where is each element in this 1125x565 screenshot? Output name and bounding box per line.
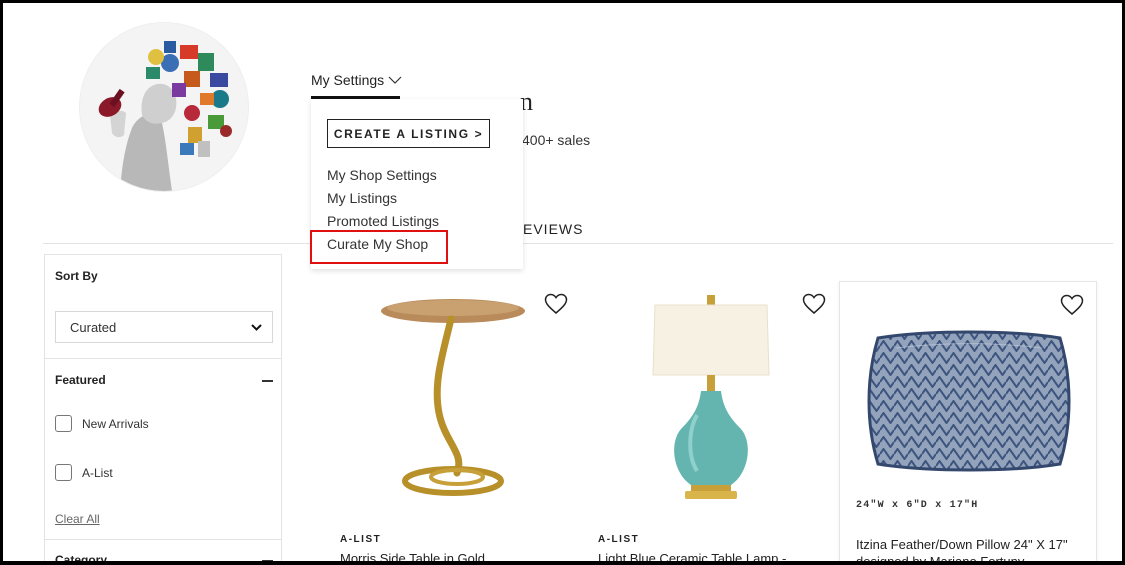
product-badge: A-LIST — [340, 534, 382, 545]
minus-icon[interactable] — [262, 380, 273, 382]
menu-item-promoted-listings[interactable]: Promoted Listings — [327, 213, 439, 229]
header-divider — [43, 243, 1113, 244]
sort-by-value: Curated — [70, 319, 117, 335]
filter-label-a-list: A-List — [82, 465, 113, 480]
featured-section-title[interactable]: Featured — [55, 373, 106, 387]
category-section-title[interactable]: Category — [55, 553, 107, 561]
product-title[interactable]: Itzina Feather/Down Pillow 24" X 17" des… — [856, 536, 1088, 561]
create-listing-button[interactable]: CREATE A LISTING > — [327, 119, 490, 148]
filter-a-list[interactable]: A-List — [55, 464, 113, 481]
product-card[interactable]: 24"W x 6"D x 17"H Itzina Feather/Down Pi… — [839, 281, 1097, 561]
filter-label-new-arrivals: New Arrivals — [82, 416, 149, 431]
checkbox-new-arrivals[interactable] — [55, 415, 72, 432]
filter-new-arrivals[interactable]: New Arrivals — [55, 415, 149, 432]
my-settings-menu: CREATE A LISTING > My Shop Settings My L… — [311, 99, 523, 269]
sort-by-select[interactable]: Curated — [55, 311, 273, 343]
product-card[interactable]: A-LIST Morris Side Table in Gold — [325, 281, 583, 561]
product-title[interactable]: Morris Side Table in Gold — [340, 550, 570, 561]
product-image-side-table — [381, 299, 525, 496]
my-settings-dropdown-trigger[interactable]: My Settings — [311, 72, 402, 88]
tab-reviews[interactable]: EVIEWS — [523, 221, 583, 237]
product-badge: A-LIST — [598, 534, 640, 545]
product-title[interactable]: Light Blue Ceramic Table Lamp - — [598, 550, 828, 561]
product-dimensions: 24"W x 6"D x 17"H — [856, 500, 979, 511]
menu-item-my-shop-settings[interactable]: My Shop Settings — [327, 167, 437, 183]
menu-item-my-listings[interactable]: My Listings — [327, 190, 397, 206]
sidebar-divider — [45, 539, 281, 540]
heart-icon[interactable] — [544, 293, 568, 315]
product-image-pillow — [867, 330, 1071, 472]
checkbox-a-list[interactable] — [55, 464, 72, 481]
chevron-down-icon — [388, 76, 402, 84]
heart-icon[interactable] — [1060, 294, 1084, 316]
sidebar-divider — [45, 358, 281, 359]
shop-avatar[interactable] — [79, 22, 249, 192]
avatar-collage-image — [80, 23, 248, 191]
chevron-down-icon — [251, 323, 262, 331]
heart-icon[interactable] — [802, 293, 826, 315]
page-frame: n 400+ sales My Settings EVIEWS CREATE A… — [0, 0, 1125, 565]
my-settings-label: My Settings — [311, 72, 385, 88]
product-image-table-lamp — [652, 295, 770, 499]
menu-item-curate-my-shop[interactable]: Curate My Shop — [327, 236, 428, 252]
filter-sidebar: Sort By Curated Featured New Arrivals A-… — [44, 254, 282, 561]
sort-by-label: Sort By — [55, 269, 98, 283]
minus-icon[interactable] — [262, 560, 273, 561]
clear-all-link[interactable]: Clear All — [55, 512, 100, 526]
product-card[interactable]: A-LIST Light Blue Ceramic Table Lamp - — [583, 281, 841, 561]
shop-sales-count: 400+ sales — [522, 132, 591, 148]
